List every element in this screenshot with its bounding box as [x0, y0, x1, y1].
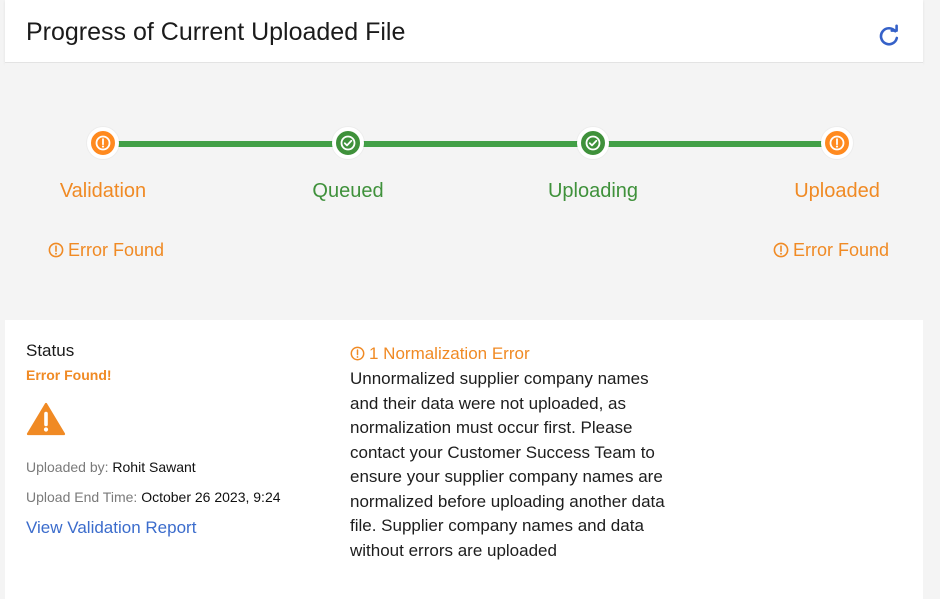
upload-end-time-value: October 26 2023, 9:24 [141, 489, 281, 505]
check-circle-icon [332, 127, 364, 159]
normalization-error-message: Unnormalized supplier company names and … [350, 369, 665, 560]
status-value: Error Found! [26, 367, 112, 383]
step-label: Uploaded [794, 180, 880, 202]
alert-circle-icon [48, 242, 64, 258]
uploaded-error-status: Error Found [736, 239, 926, 261]
step-label: Validation [59, 180, 147, 202]
normalization-error-title: 1 Normalization Error [350, 344, 530, 364]
warning-triangle-icon [26, 402, 66, 436]
alert-circle-icon [773, 242, 789, 258]
card-header: Progress of Current Uploaded File [5, 0, 923, 63]
progress-track [98, 141, 833, 147]
normalization-error-label: 1 Normalization Error [369, 344, 530, 363]
error-status-text: Error Found [792, 240, 890, 260]
upload-end-time-row: Upload End Time: October 26 2023, 9:24 [26, 488, 281, 506]
uploaded-by-row: Uploaded by: Rohit Sawant [26, 458, 196, 476]
refresh-icon[interactable] [877, 24, 901, 48]
uploaded-by-value: Rohit Sawant [112, 459, 196, 475]
step-label: Uploading [547, 180, 639, 202]
progress-stepper-panel: Validation Queued Uploading Uploaded Err… [5, 63, 923, 320]
uploaded-by-label: Uploaded by: [26, 459, 109, 475]
alert-circle-icon [87, 127, 119, 159]
validation-error-status: Error Found [11, 239, 201, 261]
upload-progress-card: Progress of Current Uploaded File Valida… [5, 0, 923, 599]
upload-end-time-label: Upload End Time: [26, 489, 138, 505]
alert-circle-icon [350, 346, 365, 361]
upload-details: Status Error Found! Uploaded by: Rohit S… [5, 320, 923, 599]
view-validation-report-link[interactable]: View Validation Report [26, 517, 196, 538]
alert-circle-icon [821, 127, 853, 159]
step-label: Queued [312, 180, 384, 202]
page-title: Progress of Current Uploaded File [26, 18, 406, 46]
error-status-text: Error Found [67, 240, 165, 260]
status-heading: Status [26, 341, 75, 360]
check-circle-icon [577, 127, 609, 159]
